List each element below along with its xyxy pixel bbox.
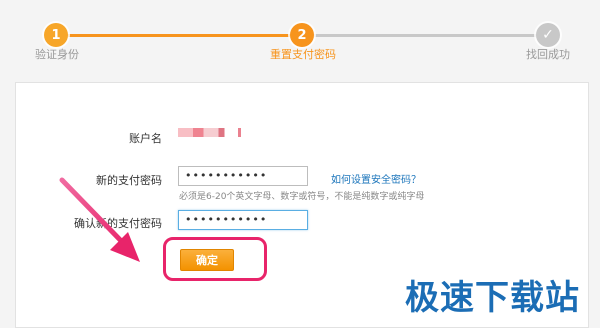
account-name-value-redacted [178, 128, 253, 137]
password-hint: 必须是6-20个英文字母、数字或符号，不能是纯数字或纯字母 [179, 192, 425, 202]
step-connector-pending [314, 34, 536, 37]
step-3-label: 找回成功 [526, 48, 570, 61]
password-help-link[interactable]: 如何设置安全密码？ [331, 171, 421, 186]
step-2-label: 重置支付密码 [270, 48, 336, 61]
new-password-label: 新的支付密码 [96, 174, 162, 187]
account-name-label: 账户名 [129, 132, 162, 145]
step-1-label: 验证身份 [35, 48, 79, 61]
step-connector-done [68, 34, 290, 37]
confirm-password-label: 确认新的支付密码 [74, 217, 162, 230]
confirm-button[interactable]: 确定 [180, 249, 234, 271]
confirm-password-input[interactable]: ••••••••••• [178, 210, 308, 230]
step-3-check-icon: ✓ [536, 23, 560, 47]
step-2-circle: 2 [290, 23, 314, 47]
watermark-logo: 极速下载站 [405, 278, 580, 318]
step-1-circle: 1 [44, 23, 68, 47]
progress-stepper: 1 2 ✓ 验证身份 重置支付密码 找回成功 [0, 0, 600, 80]
new-password-input[interactable]: ••••••••••• [178, 166, 308, 186]
